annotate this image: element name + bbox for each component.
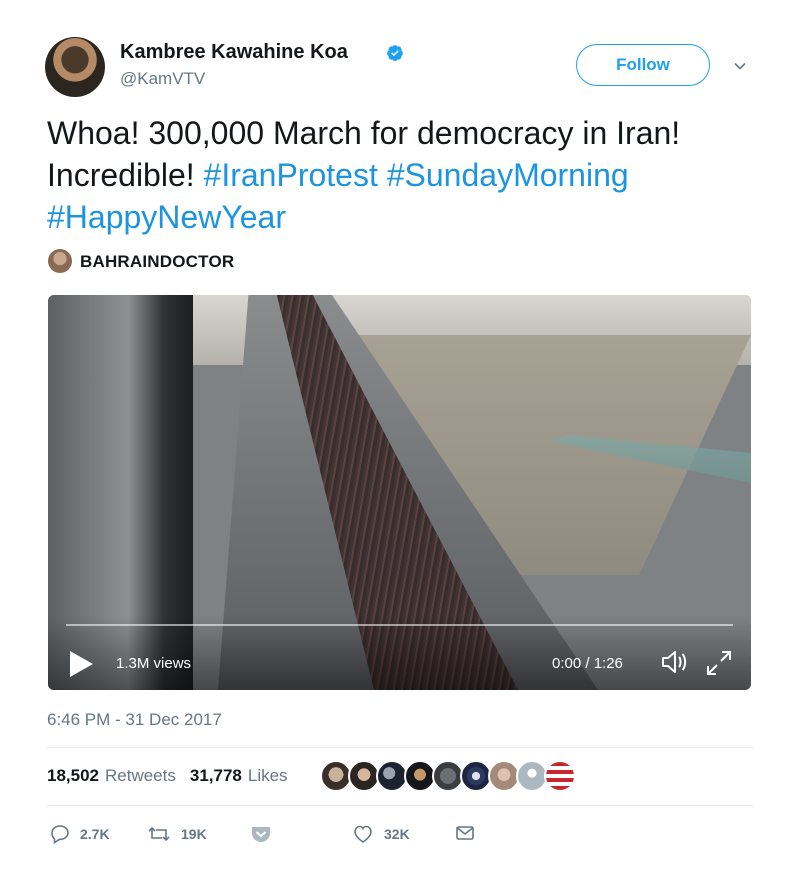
message-action[interactable] <box>455 824 475 842</box>
engagement-stats: 18,502 Retweets 31,778 Likes <box>47 766 288 786</box>
liker-avatar[interactable] <box>544 760 576 792</box>
pocket-icon <box>252 827 270 842</box>
credit-avatar[interactable] <box>48 249 72 273</box>
author-name[interactable]: Kambree Kawahine Koa <box>120 41 348 64</box>
media-credit[interactable]: BAHRAINDOCTOR <box>80 252 234 272</box>
video-controls-shade <box>48 615 751 690</box>
heart-icon <box>354 825 372 843</box>
author-handle[interactable]: @KamVTV <box>120 69 205 89</box>
volume-icon[interactable] <box>660 649 688 675</box>
tweet-text: Whoa! 300,000 March for democracy in Ira… <box>47 112 757 238</box>
reply-action[interactable]: 2.7K <box>50 824 110 844</box>
tweet-timestamp[interactable]: 6:46 PM - 31 Dec 2017 <box>47 710 222 730</box>
retweet-action[interactable]: 19K <box>147 824 207 844</box>
retweet-icon <box>148 826 170 842</box>
divider <box>47 805 753 806</box>
fullscreen-icon[interactable] <box>705 649 733 677</box>
envelope-icon <box>456 826 474 840</box>
reply-icon <box>51 825 69 844</box>
hashtag-link[interactable]: #IranProtest <box>204 157 378 193</box>
liker-avatars <box>320 760 576 792</box>
play-icon[interactable] <box>68 650 94 678</box>
hashtag-link[interactable]: #HappyNewYear <box>47 199 286 235</box>
hashtag-link[interactable]: #SundayMorning <box>387 157 629 193</box>
follow-button[interactable]: Follow <box>576 44 710 86</box>
verified-badge-icon <box>387 45 403 62</box>
likes-label[interactable]: Likes <box>248 766 288 786</box>
retweets-label[interactable]: Retweets <box>105 766 176 786</box>
author-avatar[interactable] <box>45 37 105 97</box>
video-player[interactable]: 1.3M views 0:00 / 1:26 <box>48 295 751 690</box>
retweet-count: 19K <box>181 826 207 842</box>
likes-count[interactable]: 31,778 <box>190 766 242 786</box>
chevron-down-icon[interactable] <box>732 58 748 74</box>
video-views: 1.3M views <box>116 655 192 672</box>
share-action[interactable] <box>250 824 272 844</box>
video-time: 0:00 / 1:26 <box>552 655 623 672</box>
retweets-count[interactable]: 18,502 <box>47 766 99 786</box>
like-count: 32K <box>384 826 410 842</box>
video-progress-bar[interactable] <box>66 624 733 626</box>
like-action[interactable]: 32K <box>352 824 410 844</box>
divider <box>47 747 753 748</box>
reply-count: 2.7K <box>80 826 110 842</box>
